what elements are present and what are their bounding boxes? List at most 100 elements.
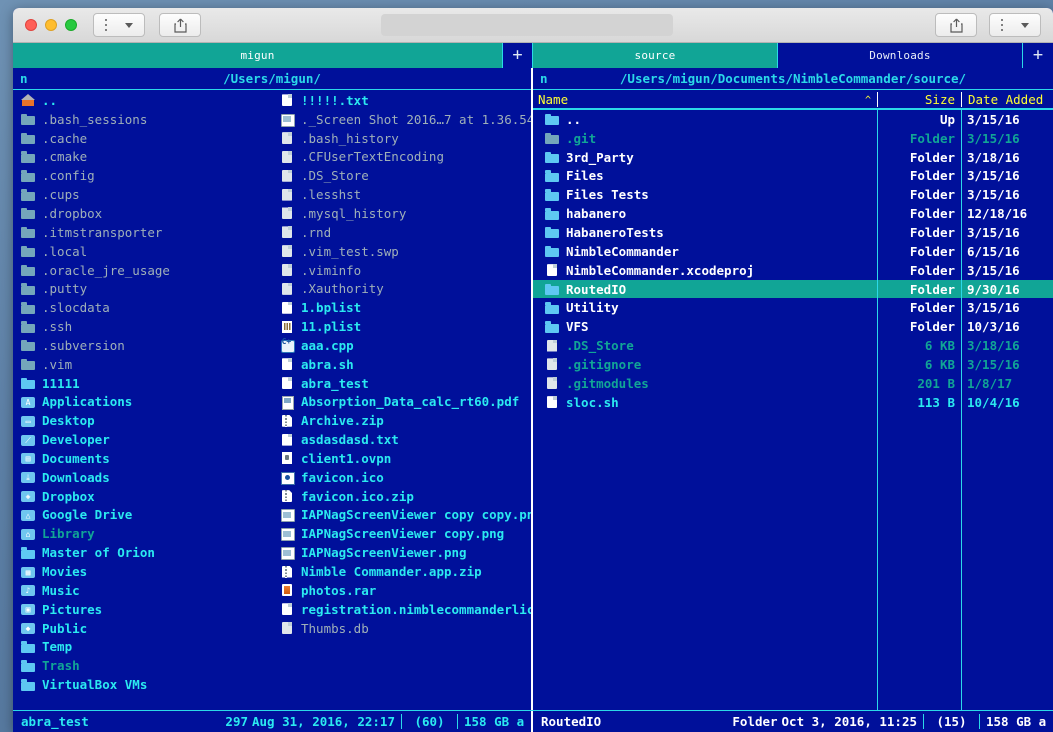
list-item[interactable]: Downloads xyxy=(13,468,272,487)
tab-migun[interactable]: migun xyxy=(13,43,503,68)
left-path-bar[interactable]: n /Users/migun/ xyxy=(13,68,531,90)
list-item[interactable]: Music xyxy=(13,581,272,600)
table-row[interactable]: .gitmodules 201 B 1/8/17 xyxy=(533,374,1053,393)
right-sort-indicator[interactable]: n xyxy=(540,71,548,86)
list-item[interactable]: .bash_sessions xyxy=(13,110,272,129)
left-file-panel[interactable]: n /Users/migun/ .. .bash_sessions .cache .c… xyxy=(13,68,533,710)
column-header-name[interactable]: Name ^ xyxy=(533,92,877,107)
table-row[interactable]: .. Up 3/15/16 xyxy=(533,110,1053,129)
list-item[interactable]: IAPNagScreenViewer copy copy.png xyxy=(272,506,531,525)
table-row[interactable]: RoutedIO Folder 9/30/16 xyxy=(533,279,1053,299)
list-item[interactable]: Google Drive xyxy=(13,506,272,525)
list-item[interactable]: .ssh xyxy=(13,317,272,336)
table-row[interactable]: Utility Folder 3/15/16 xyxy=(533,298,1053,317)
list-item[interactable]: ._Screen Shot 2016…7 at 1.36.54 PM.png xyxy=(272,110,531,129)
list-item[interactable]: .cache xyxy=(13,129,272,148)
list-item[interactable]: .local xyxy=(13,242,272,261)
view-mode-button-right[interactable] xyxy=(989,13,1041,37)
list-item[interactable]: .Xauthority xyxy=(272,279,531,298)
list-item[interactable]: 11.plist xyxy=(272,317,531,336)
list-item[interactable]: .cmake xyxy=(13,148,272,167)
list-item[interactable]: Desktop xyxy=(13,411,272,430)
table-row[interactable]: .gitignore 6 KB 3/15/16 xyxy=(533,355,1053,374)
list-item[interactable]: 11111 xyxy=(13,374,272,393)
table-row[interactable]: VFS Folder 10/3/16 xyxy=(533,317,1053,336)
right-path-bar[interactable]: n /Users/migun/Documents/NimbleCommander… xyxy=(533,68,1053,90)
list-item[interactable]: abra_test xyxy=(272,374,531,393)
list-item[interactable]: .oracle_jre_usage xyxy=(13,261,272,280)
table-row[interactable]: 3rd_Party Folder 3/18/16 xyxy=(533,148,1053,167)
list-item[interactable]: Master of Orion xyxy=(13,543,272,562)
tab-source[interactable]: source xyxy=(533,43,778,68)
list-item[interactable]: Developer xyxy=(13,430,272,449)
table-row[interactable]: NimbleCommander.xcodeproj Folder 3/15/16 xyxy=(533,261,1053,280)
list-item[interactable]: .slocdata xyxy=(13,298,272,317)
list-item[interactable]: IAPNagScreenViewer.png xyxy=(272,543,531,562)
table-row[interactable]: HabaneroTests Folder 3/15/16 xyxy=(533,223,1053,242)
list-item[interactable]: Documents xyxy=(13,449,272,468)
list-item[interactable]: Absorption_Data_calc_rt60.pdf xyxy=(272,393,531,412)
list-item[interactable]: .vim xyxy=(13,355,272,374)
tab-downloads[interactable]: Downloads xyxy=(778,43,1023,68)
table-row[interactable]: .git Folder 3/15/16 xyxy=(533,129,1053,148)
list-item[interactable]: photos.rar xyxy=(272,581,531,600)
list-item[interactable]: Library xyxy=(13,524,272,543)
minimize-button[interactable] xyxy=(45,19,57,31)
add-tab-button-left[interactable]: + xyxy=(503,43,533,68)
list-item[interactable]: .CFUserTextEncoding xyxy=(272,148,531,167)
list-item[interactable]: Applications xyxy=(13,393,272,412)
left-sort-indicator[interactable]: n xyxy=(20,71,28,86)
zoom-button[interactable] xyxy=(65,19,77,31)
close-button[interactable] xyxy=(25,19,37,31)
share-button-right[interactable] xyxy=(935,13,977,37)
table-row[interactable]: .DS_Store 6 KB 3/18/16 xyxy=(533,336,1053,355)
list-item[interactable]: asdasdasd.txt xyxy=(272,430,531,449)
list-item[interactable]: .dropbox xyxy=(13,204,272,223)
list-item[interactable]: .subversion xyxy=(13,336,272,355)
list-item[interactable]: registration.nimblecommanderlicense xyxy=(272,600,531,619)
list-item[interactable]: 1.bplist xyxy=(272,298,531,317)
list-item[interactable]: Nimble Commander.app.zip xyxy=(272,562,531,581)
list-item[interactable]: client1.ovpn xyxy=(272,449,531,468)
search-input[interactable] xyxy=(381,14,673,36)
table-row[interactable]: Files Tests Folder 3/15/16 xyxy=(533,185,1053,204)
list-item[interactable]: .vim_test.swp xyxy=(272,242,531,261)
list-item[interactable]: Archive.zip xyxy=(272,411,531,430)
list-item[interactable]: .rnd xyxy=(272,223,531,242)
list-item[interactable]: .viminfo xyxy=(272,261,531,280)
list-item[interactable]: Pictures xyxy=(13,600,272,619)
list-item[interactable]: VirtualBox VMs xyxy=(13,675,272,694)
table-row[interactable]: NimbleCommander Folder 6/15/16 xyxy=(533,242,1053,261)
view-mode-button[interactable] xyxy=(93,13,145,37)
list-item[interactable]: Thumbs.db xyxy=(272,619,531,638)
list-item[interactable]: favicon.ico.zip xyxy=(272,487,531,506)
list-item[interactable]: aaa.cpp xyxy=(272,336,531,355)
list-item[interactable]: favicon.ico xyxy=(272,468,531,487)
list-item[interactable]: .lesshst xyxy=(272,185,531,204)
list-item[interactable]: .putty xyxy=(13,279,272,298)
list-item[interactable]: .bash_history xyxy=(272,129,531,148)
list-item[interactable]: IAPNagScreenViewer copy.png xyxy=(272,524,531,543)
add-tab-button-right[interactable]: + xyxy=(1023,43,1053,68)
list-item[interactable]: Movies xyxy=(13,562,272,581)
list-item[interactable]: .cups xyxy=(13,185,272,204)
list-item[interactable]: .config xyxy=(13,166,272,185)
list-item[interactable]: .DS_Store xyxy=(272,166,531,185)
column-header-date[interactable]: Date Added xyxy=(961,91,1053,107)
right-file-panel[interactable]: n /Users/migun/Documents/NimbleCommander… xyxy=(533,68,1053,710)
list-item[interactable]: .mysql_history xyxy=(272,204,531,223)
list-item[interactable]: Dropbox xyxy=(13,487,272,506)
list-item[interactable]: Temp xyxy=(13,637,272,656)
list-item[interactable]: .itmstransporter xyxy=(13,223,272,242)
list-item[interactable]: .. xyxy=(13,91,272,110)
list-item[interactable]: Trash xyxy=(13,656,272,675)
search-field[interactable] xyxy=(381,14,673,36)
table-row[interactable]: Files Folder 3/15/16 xyxy=(533,167,1053,186)
table-row[interactable]: habanero Folder 12/18/16 xyxy=(533,204,1053,223)
list-item[interactable]: Public xyxy=(13,619,272,638)
list-item[interactable]: abra.sh xyxy=(272,355,531,374)
list-item[interactable]: !!!!!.txt xyxy=(272,91,531,110)
column-header-size[interactable]: Size xyxy=(877,91,961,107)
share-button[interactable] xyxy=(159,13,201,37)
table-row[interactable]: sloc.sh 113 B 10/4/16 xyxy=(533,393,1053,412)
